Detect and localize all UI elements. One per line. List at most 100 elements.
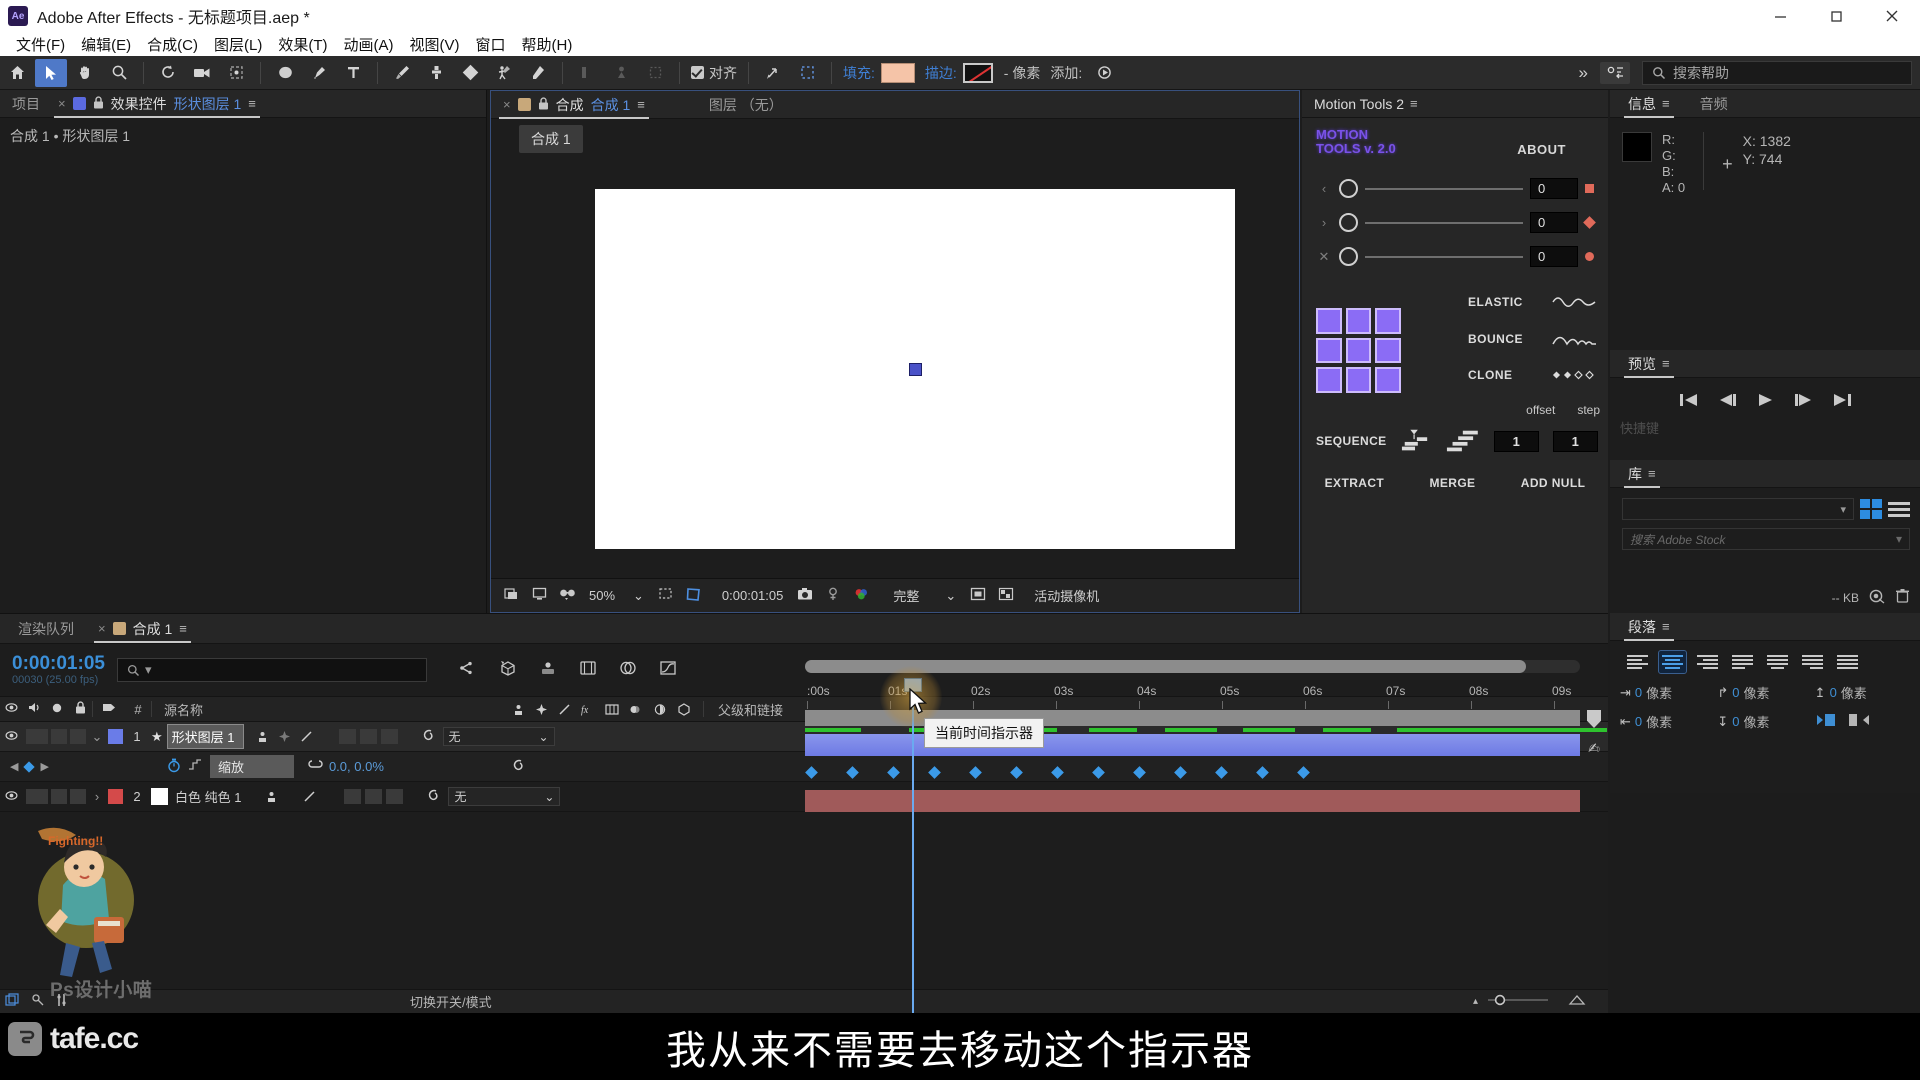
align-left-tool-icon[interactable] bbox=[571, 59, 603, 87]
help-search-input[interactable]: 搜索帮助 bbox=[1642, 60, 1912, 85]
pen-tool-icon[interactable] bbox=[303, 59, 335, 87]
justify-last-left-button[interactable] bbox=[1729, 651, 1756, 673]
tab-info[interactable]: 信息 ≡ bbox=[1624, 90, 1674, 118]
tab-effect-controls[interactable]: × 效果控件 形状图层 1 ≡ bbox=[54, 90, 260, 118]
menu-effect[interactable]: 效果(T) bbox=[270, 34, 335, 55]
tab-preview[interactable]: 预览 ≡ bbox=[1624, 350, 1674, 378]
paragraph-menu-icon[interactable]: ≡ bbox=[1662, 619, 1670, 634]
layer-1-audio-toggle[interactable] bbox=[26, 729, 48, 744]
layer-1-solo-toggle[interactable] bbox=[51, 729, 67, 744]
ease-out-knob[interactable] bbox=[1339, 213, 1358, 232]
align-right-button[interactable] bbox=[1694, 651, 1721, 673]
justify-last-right-button[interactable] bbox=[1799, 651, 1826, 673]
ease-both-track[interactable] bbox=[1365, 255, 1523, 258]
play-icon[interactable] bbox=[1756, 392, 1775, 412]
layer-1-name[interactable]: 形状图层 1 bbox=[166, 724, 244, 749]
frame-blend-toggle-icon[interactable] bbox=[0, 993, 25, 1010]
next-frame-icon[interactable] bbox=[1793, 392, 1814, 412]
hand-tool-icon[interactable] bbox=[69, 59, 101, 87]
menu-edit[interactable]: 编辑(E) bbox=[73, 34, 139, 55]
tab-audio[interactable]: 音频 bbox=[1696, 90, 1732, 118]
clone-stamp-tool-icon[interactable] bbox=[420, 59, 452, 87]
space-before-field[interactable]: ↥ 0 像素 bbox=[1815, 683, 1912, 702]
motion-blur-icon[interactable] bbox=[539, 660, 557, 680]
anchor-bottom-center[interactable] bbox=[1345, 367, 1372, 393]
layer-1-label-color[interactable] bbox=[108, 729, 123, 744]
comp-timecode[interactable]: 0:00:01:05 bbox=[716, 588, 789, 603]
ease-out-value[interactable]: 0 bbox=[1530, 212, 1578, 233]
transform-tool-icon[interactable] bbox=[639, 59, 671, 87]
timeline-current-time[interactable]: 0:00:01:05 bbox=[12, 654, 105, 674]
layer-2-duration-bar[interactable] bbox=[805, 790, 1580, 812]
tab-layer[interactable]: 图层 （无） bbox=[705, 91, 787, 119]
region-of-interest-icon[interactable] bbox=[682, 587, 706, 605]
layer-2-parent-select[interactable]: 无 ⌄ bbox=[448, 787, 561, 806]
anchor-bottom-left[interactable] bbox=[1316, 367, 1342, 393]
brush-tool-icon[interactable] bbox=[386, 59, 418, 87]
layer-1-parent-pickwhip[interactable] bbox=[420, 728, 435, 745]
tab-composition[interactable]: × 合成 合成 1 ≡ bbox=[499, 91, 649, 119]
layer-2-slot-3[interactable] bbox=[386, 789, 404, 804]
workspace-icon[interactable] bbox=[1600, 61, 1630, 84]
toggle-mask-icon[interactable] bbox=[966, 587, 990, 604]
layer-2-name[interactable]: 白色 纯色 1 bbox=[175, 787, 241, 806]
timeline-menu-icon[interactable]: ≡ bbox=[179, 621, 187, 636]
bounce-row[interactable]: BOUNCE bbox=[1468, 331, 1598, 347]
anchor-top-right[interactable] bbox=[1375, 308, 1401, 334]
close-icon[interactable] bbox=[1864, 0, 1920, 32]
layer-1-expand-arrow[interactable]: ⌄ bbox=[86, 729, 108, 745]
offset-value[interactable]: 1 bbox=[1494, 430, 1539, 452]
toggle-switches-modes-label[interactable]: 切换开关/模式 bbox=[410, 992, 492, 1011]
expression-icon[interactable] bbox=[308, 759, 323, 775]
merge-button[interactable]: MERGE bbox=[1429, 476, 1475, 490]
comp-tab-close-icon[interactable]: × bbox=[503, 97, 511, 112]
keyframe-1[interactable] bbox=[805, 766, 818, 779]
prev-keyframe-icon[interactable]: ◀ bbox=[10, 760, 18, 773]
snap-checkbox-box[interactable] bbox=[691, 66, 704, 79]
snap-checkbox[interactable]: 对齐 bbox=[691, 63, 737, 83]
grid-view-icon[interactable] bbox=[1860, 499, 1882, 519]
anchor-middle-left[interactable] bbox=[1316, 337, 1342, 364]
info-menu-icon[interactable]: ≡ bbox=[1662, 96, 1670, 111]
stroke-color-swatch[interactable] bbox=[962, 62, 993, 83]
timeline-zoom-thumb[interactable] bbox=[805, 660, 1526, 673]
justify-last-center-button[interactable] bbox=[1764, 651, 1791, 673]
about-button[interactable]: ABOUT bbox=[1517, 142, 1566, 157]
justify-all-button[interactable] bbox=[1834, 651, 1861, 673]
3d-glasses-icon[interactable] bbox=[555, 587, 579, 604]
snapping-arrow-icon[interactable] bbox=[757, 59, 789, 87]
comp-lock-icon[interactable] bbox=[538, 96, 549, 113]
keyframe-5[interactable] bbox=[969, 766, 982, 779]
mask-tool-icon[interactable] bbox=[605, 59, 637, 87]
zoom-tool-icon[interactable] bbox=[103, 59, 135, 87]
zoom-out-icon[interactable]: ▴ bbox=[1473, 996, 1478, 1007]
layer-2-slot-2[interactable] bbox=[365, 789, 383, 804]
layer-2-visibility-toggle[interactable] bbox=[0, 789, 22, 805]
tab-library[interactable]: 库 ≡ bbox=[1624, 460, 1660, 488]
rotation-tool-icon[interactable] bbox=[152, 59, 184, 87]
zoom-dropdown-icon[interactable]: ⌄ bbox=[627, 588, 650, 604]
ease-in-indicator-square-icon[interactable] bbox=[1585, 184, 1594, 193]
space-after-field[interactable]: ↧ 0 像素 bbox=[1717, 712, 1814, 731]
ease-both-knob[interactable] bbox=[1339, 247, 1358, 266]
anchor-top-center[interactable] bbox=[1345, 308, 1372, 334]
add-menu-icon[interactable] bbox=[1088, 59, 1120, 87]
extract-button[interactable]: EXTRACT bbox=[1325, 476, 1384, 490]
next-keyframe-icon[interactable]: ▶ bbox=[40, 760, 48, 773]
keyframe-7[interactable] bbox=[1051, 766, 1064, 779]
menu-layer[interactable]: 图层(L) bbox=[206, 34, 270, 55]
align-center-button[interactable] bbox=[1658, 650, 1687, 674]
keyframe-13[interactable] bbox=[1297, 766, 1310, 779]
panel-menu-icon[interactable]: ≡ bbox=[248, 96, 256, 111]
tab-paragraph[interactable]: 段落 ≡ bbox=[1624, 613, 1674, 641]
menu-window[interactable]: 窗口 bbox=[467, 34, 513, 55]
timeline-search-dropdown-icon[interactable]: ▾ bbox=[145, 662, 152, 678]
elastic-row[interactable]: ELASTIC bbox=[1468, 294, 1598, 310]
library-dropdown[interactable]: ▾ bbox=[1622, 498, 1854, 520]
indent-left-field[interactable]: ⇥ 0 像素 bbox=[1620, 683, 1717, 702]
menu-view[interactable]: 视图(V) bbox=[401, 34, 467, 55]
rtl-icon[interactable] bbox=[1847, 712, 1871, 731]
layer-2-expand-arrow[interactable]: › bbox=[86, 789, 108, 804]
layer-2-lock-toggle[interactable] bbox=[70, 789, 86, 804]
ease-in-knob[interactable] bbox=[1339, 179, 1358, 198]
